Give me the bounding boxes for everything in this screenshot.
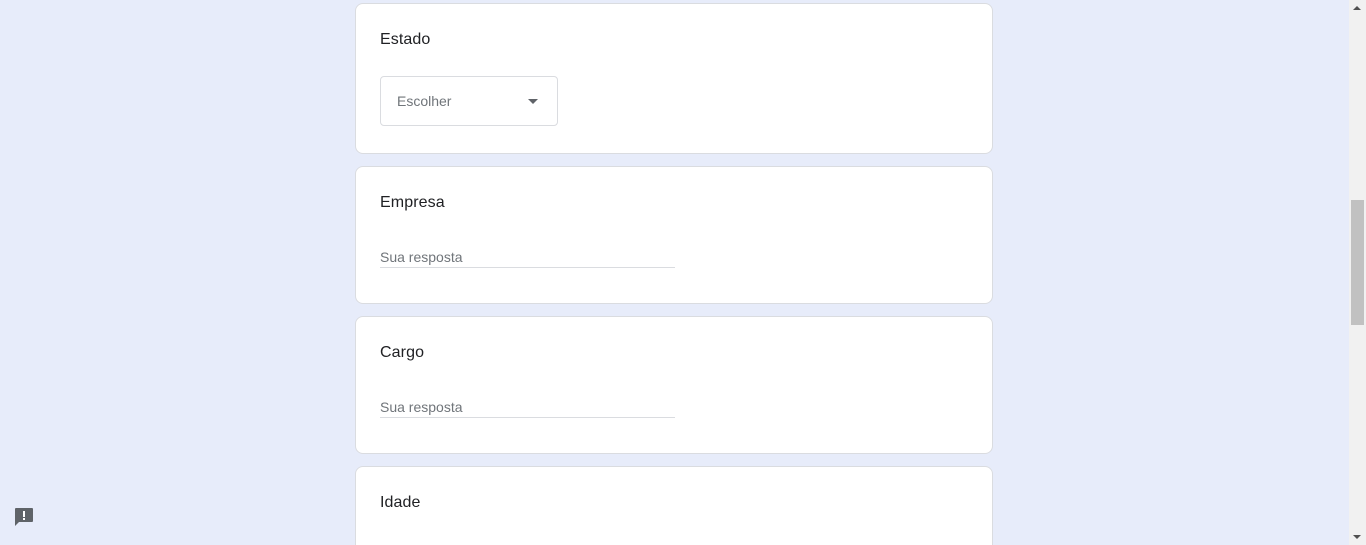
chevron-down-icon — [528, 99, 538, 104]
scrollbar-thumb[interactable] — [1351, 200, 1364, 325]
question-card-empresa: Empresa — [355, 166, 993, 304]
scroll-up-icon[interactable] — [1353, 6, 1361, 10]
page-scrollbar[interactable] — [1349, 0, 1366, 545]
question-card-cargo: Cargo — [355, 316, 993, 454]
question-title-idade: Idade — [380, 494, 421, 511]
dropdown-selected-value: Escolher — [397, 93, 452, 109]
question-card-idade: Idade — [355, 466, 993, 545]
question-title-cargo: Cargo — [380, 344, 425, 361]
cargo-input[interactable] — [380, 397, 675, 418]
question-title-empresa: Empresa — [380, 194, 445, 211]
feedback-icon[interactable] — [13, 506, 35, 528]
question-card-estado: Estado Escolher — [355, 3, 993, 154]
empresa-input[interactable] — [380, 247, 675, 268]
question-title-estado: Estado — [380, 31, 431, 48]
scroll-down-icon[interactable] — [1353, 535, 1361, 539]
estado-dropdown[interactable]: Escolher — [380, 76, 558, 126]
form-page: Estado Escolher Empresa Cargo Idade — [0, 0, 1366, 545]
